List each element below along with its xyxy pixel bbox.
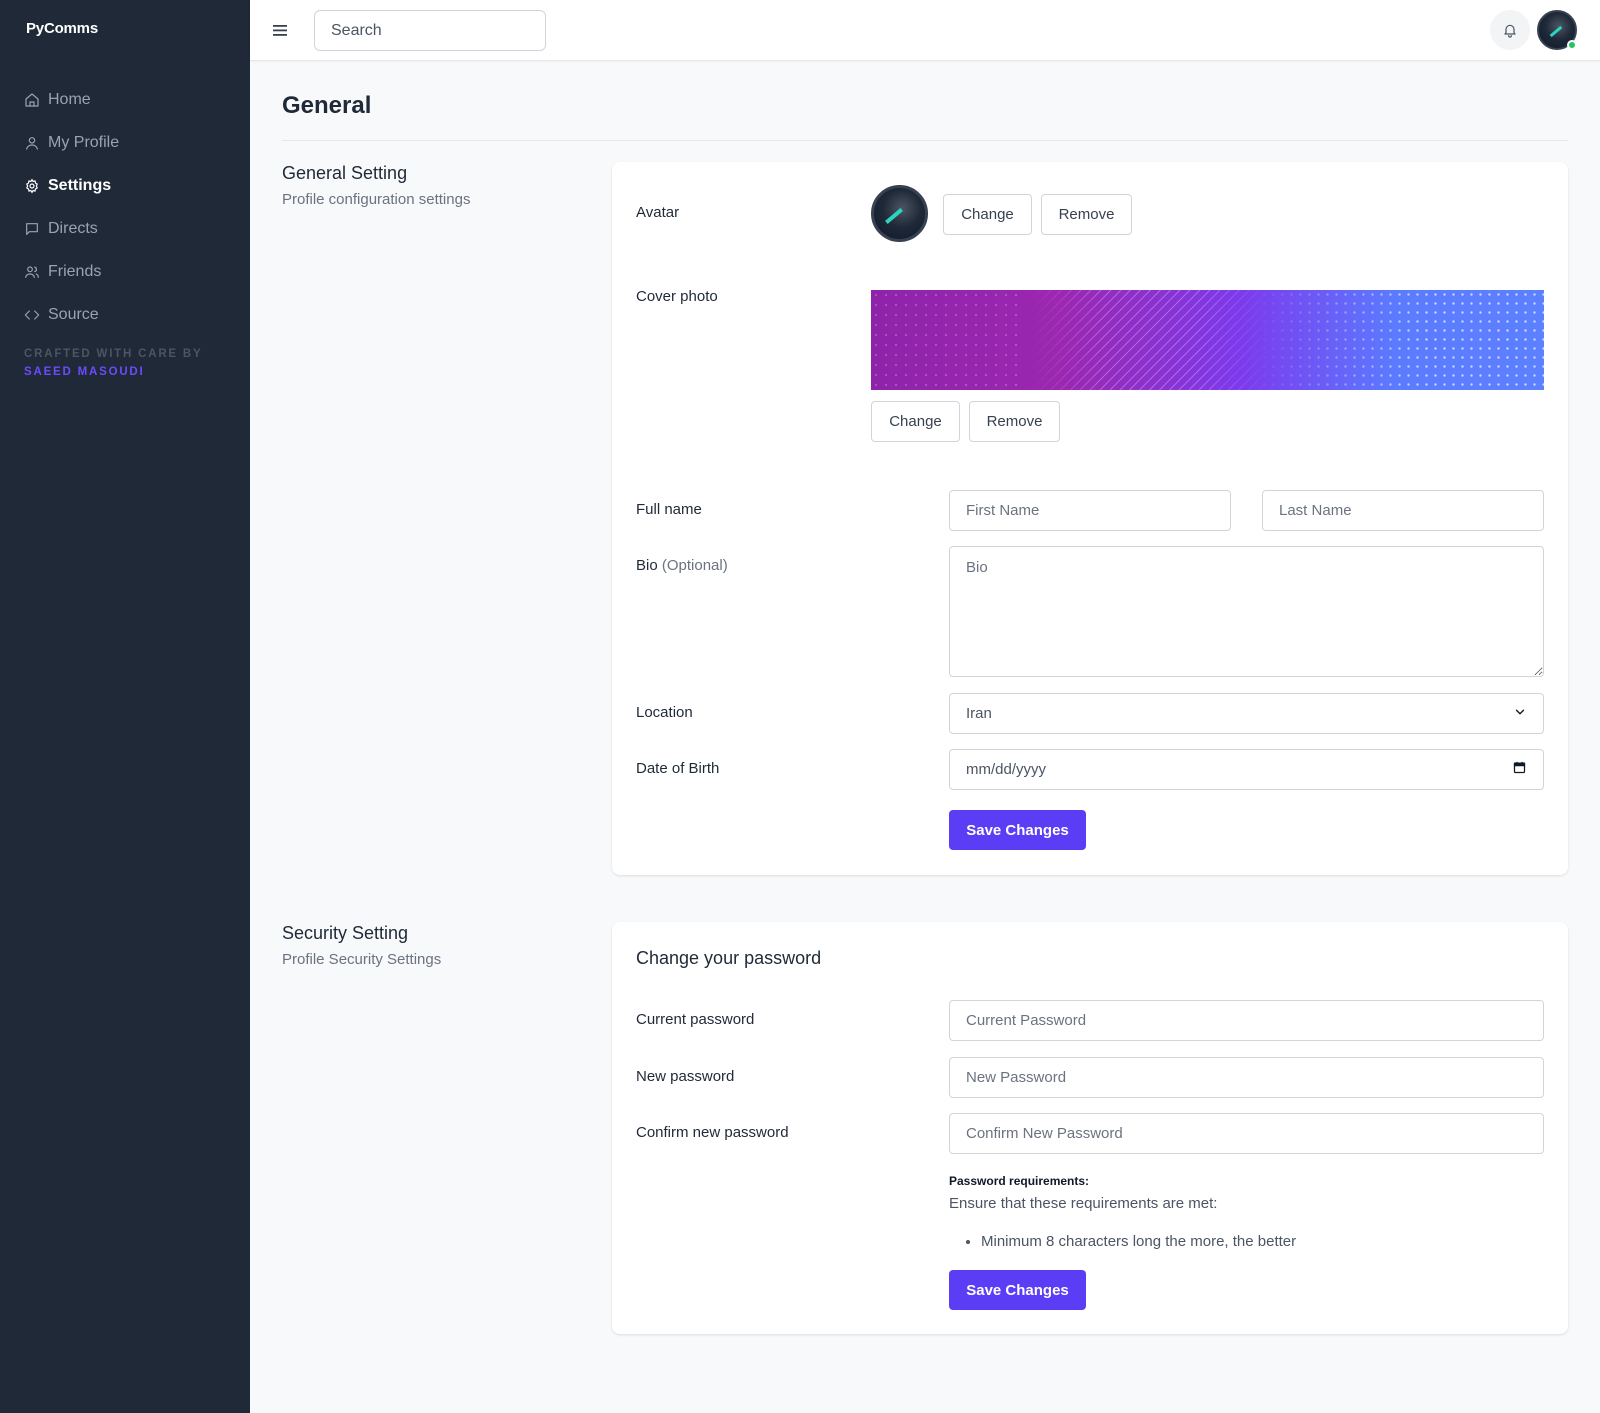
cover-photo-label: Cover photo [636, 288, 718, 305]
save-changes-button[interactable]: Save Changes [949, 810, 1086, 850]
section-subtitle: Profile Security Settings [282, 951, 442, 968]
user-icon [24, 135, 40, 151]
sidebar-item-label: My Profile [48, 133, 120, 151]
page-title: General [282, 92, 372, 119]
sidebar-item-label: Home [48, 90, 91, 108]
general-section-header: General Setting Profile configuration se… [282, 163, 470, 208]
brand-logo[interactable]: PyComms [26, 20, 98, 37]
bio-field[interactable] [949, 546, 1544, 677]
new-password-field[interactable] [949, 1057, 1544, 1098]
location-select[interactable]: Iran [949, 693, 1544, 734]
dob-field[interactable]: mm/dd/yyyy [949, 749, 1544, 790]
sidebar-item-label: Directs [48, 219, 98, 237]
avatar-label: Avatar [636, 204, 680, 221]
location-label: Location [636, 704, 693, 721]
section-subtitle: Profile configuration settings [282, 191, 471, 208]
online-status-dot [1567, 40, 1577, 50]
topbar [250, 0, 1600, 61]
sidebar-item-settings[interactable]: Settings [24, 164, 234, 207]
calendar-icon[interactable] [1512, 760, 1527, 779]
credits-text: CRAFTED WITH CARE BY [24, 348, 203, 360]
sidebar-item-source[interactable]: Source [24, 293, 234, 336]
credits: CRAFTED WITH CARE BY SAEED MASOUDI [24, 345, 202, 381]
sidebar-item-directs[interactable]: Directs [24, 207, 234, 250]
hamburger-menu-icon[interactable] [272, 20, 290, 40]
users-icon [24, 264, 40, 280]
last-name-field[interactable] [1262, 490, 1544, 531]
bio-label: Bio (Optional) [636, 557, 728, 574]
cover-remove-button[interactable]: Remove [969, 401, 1060, 442]
bio-optional-text: (Optional) [661, 557, 728, 574]
avatar-remove-button[interactable]: Remove [1041, 194, 1132, 235]
avatar-preview [871, 185, 928, 242]
author-link[interactable]: SAEED MASOUDI [24, 363, 202, 381]
new-password-label: New password [636, 1068, 735, 1085]
current-password-field[interactable] [949, 1000, 1544, 1041]
sidebar-item-label: Source [48, 305, 99, 323]
sidebar-item-home[interactable]: Home [24, 78, 234, 121]
sidebar-item-label: Friends [48, 262, 102, 280]
password-requirements-subtitle: Ensure that these requirements are met: [949, 1195, 1218, 1212]
bio-label-text: Bio [636, 557, 658, 574]
home-icon [24, 92, 40, 108]
search-input[interactable] [314, 10, 546, 51]
sidebar-nav: Home My Profile Settings Directs Friends [24, 78, 234, 336]
avatar-change-button[interactable]: Change [943, 194, 1032, 235]
security-settings-card: Change your password Current password Ne… [612, 922, 1568, 1334]
confirm-password-field[interactable] [949, 1113, 1544, 1154]
save-password-button[interactable]: Save Changes [949, 1270, 1086, 1310]
section-title: Security Setting [282, 923, 409, 943]
location-value: Iran [966, 705, 992, 722]
dob-label: Date of Birth [636, 760, 720, 777]
password-requirements-title: Password requirements: [949, 1174, 1090, 1188]
password-requirements-list: Minimum 8 characters long the more, the … [949, 1233, 1296, 1250]
bell-icon[interactable] [1490, 10, 1530, 50]
sidebar: PyComms Home My Profile Settings Directs [0, 0, 250, 1413]
divider [282, 140, 1568, 141]
code-icon [24, 307, 40, 323]
cover-change-button[interactable]: Change [871, 401, 960, 442]
sidebar-item-friends[interactable]: Friends [24, 250, 234, 293]
gear-icon [24, 178, 40, 194]
security-section-header: Security Setting Profile Security Settin… [282, 923, 441, 968]
list-item: Minimum 8 characters long the more, the … [981, 1233, 1296, 1250]
section-title: General Setting [282, 163, 408, 183]
cover-photo-preview [871, 290, 1544, 390]
dob-placeholder: mm/dd/yyyy [966, 761, 1047, 778]
sidebar-item-label: Settings [48, 176, 112, 194]
message-icon [24, 221, 40, 237]
card-title: Change your password [636, 948, 822, 968]
chevron-down-icon [1513, 705, 1527, 723]
first-name-field[interactable] [949, 490, 1231, 531]
current-password-label: Current password [636, 1011, 755, 1028]
confirm-password-label: Confirm new password [636, 1124, 789, 1141]
general-settings-card: Avatar Change Remove Cover photo Change … [612, 162, 1568, 875]
full-name-label: Full name [636, 501, 702, 518]
sidebar-item-my-profile[interactable]: My Profile [24, 121, 234, 164]
